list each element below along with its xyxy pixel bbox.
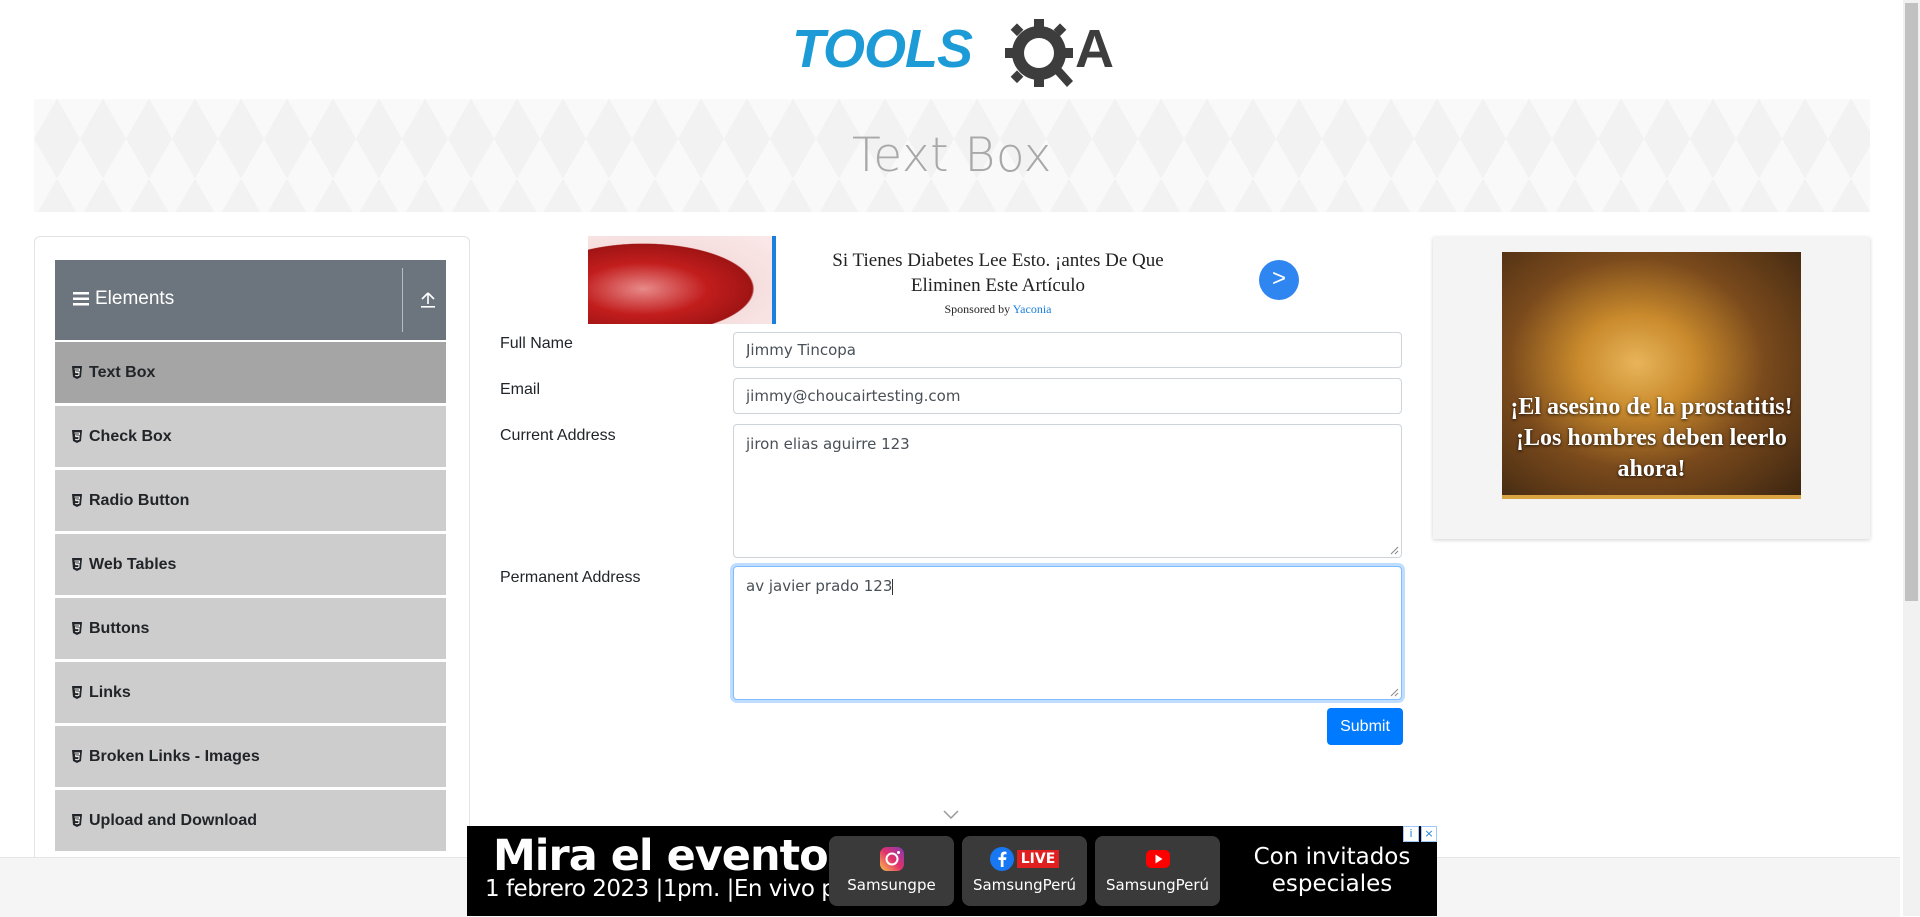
permanent-address-value: av javier prado 123: [746, 577, 893, 595]
page-title: Text Box: [852, 128, 1052, 183]
ad-sponsor-prefix: Sponsored by: [944, 302, 1011, 316]
current-address-textarea[interactable]: jiron elias aguirre 123: [733, 424, 1402, 558]
ad-right-underline: [1502, 495, 1801, 499]
youtube-icon: [1145, 850, 1170, 868]
ad-sponsor: Sponsored by Yaconia: [798, 302, 1198, 317]
sidebar-item-check-box[interactable]: Check Box: [55, 406, 446, 470]
ad-accent-bar: [772, 236, 776, 324]
facebook-live-tile[interactable]: LIVE SamsungPerú: [962, 836, 1087, 906]
ad-close-icon[interactable]: ×: [1421, 826, 1437, 842]
ad-bottom-title[interactable]: Mira el evento: [493, 831, 829, 881]
ad-bottom-extra[interactable]: Con invitados especiales: [1247, 844, 1417, 898]
page-banner: Text Box: [34, 99, 1870, 212]
logo-brand-right: A: [1075, 19, 1114, 79]
resize-handle-icon[interactable]: [1390, 688, 1399, 697]
text-cursor: [892, 578, 894, 595]
html5-icon: [72, 366, 82, 379]
sidebar-item-radio-button[interactable]: Radio Button: [55, 470, 446, 534]
right-advertisement[interactable]: ¡El asesino de la prostatitis! ¡Los homb…: [1433, 237, 1870, 539]
current-address-label: Current Address: [500, 427, 616, 444]
html5-icon: [72, 558, 82, 571]
ad-go-button[interactable]: >: [1259, 260, 1299, 300]
page-scrollbar[interactable]: [1903, 0, 1920, 916]
html5-icon: [72, 686, 82, 699]
html5-icon: [72, 814, 82, 827]
scrollbar-thumb[interactable]: [1905, 3, 1918, 601]
youtube-handle: SamsungPerú: [1105, 876, 1210, 894]
bottom-advertisement[interactable]: Mira el evento 1 febrero 2023 |1pm. |En …: [467, 826, 1437, 916]
sidebar-item-label: Upload and Download: [89, 811, 257, 829]
ad-bottom-time: 1pm.: [662, 876, 720, 902]
full-name-label: Full Name: [500, 335, 573, 352]
ad-bottom-subtitle: 1 febrero 2023 |1pm. |En vivo por:: [485, 876, 865, 902]
header-divider: [402, 268, 403, 332]
ad-bottom-date: 1 febrero 2023: [485, 876, 649, 902]
sidebar-item-label: Buttons: [89, 619, 150, 637]
sidebar-item-links[interactable]: Links: [55, 662, 446, 726]
sidebar-item-label: Check Box: [89, 427, 172, 445]
elements-menu: Text Box Check Box Radio Button Web Tabl…: [55, 342, 446, 854]
facebook-icon: [989, 847, 1014, 871]
ad-headline[interactable]: Si Tienes Diabetes Lee Esto. ¡antes De Q…: [798, 248, 1198, 298]
adchoices[interactable]: i ×: [1403, 826, 1437, 842]
live-badge: LIVE: [1016, 850, 1060, 868]
sidebar-item-label: Web Tables: [89, 555, 177, 573]
html5-icon: [72, 622, 82, 635]
sidebar-item-label: Links: [89, 683, 131, 701]
full-name-input[interactable]: [733, 332, 1402, 368]
sidebar-item-label: Broken Links - Images: [89, 747, 260, 765]
submit-button[interactable]: Submit: [1327, 708, 1403, 745]
chevron-down-icon[interactable]: [943, 810, 959, 820]
facebook-live-icon: LIVE: [962, 846, 1087, 872]
sidebar-item-broken-links[interactable]: Broken Links - Images: [55, 726, 446, 790]
top-advertisement[interactable]: Si Tienes Diabetes Lee Esto. ¡antes De Q…: [588, 236, 1408, 324]
sidebar-item-text-box[interactable]: Text Box: [55, 342, 446, 406]
resize-handle-icon[interactable]: [1390, 546, 1399, 555]
current-address-value: jiron elias aguirre 123: [746, 435, 910, 453]
adchoices-info-icon[interactable]: i: [1403, 826, 1419, 842]
ad-walnut-image[interactable]: ¡El asesino de la prostatitis! ¡Los homb…: [1502, 252, 1801, 499]
instagram-tile[interactable]: Samsungpe: [829, 836, 954, 906]
ad-sponsor-brand[interactable]: Yaconia: [1013, 302, 1052, 316]
permanent-address-label: Permanent Address: [500, 569, 641, 586]
html5-icon: [72, 750, 82, 763]
sidebar-item-label: Radio Button: [89, 491, 190, 509]
sidebar-item-buttons[interactable]: Buttons: [55, 598, 446, 662]
ad-blood-cells-image[interactable]: [588, 236, 772, 324]
permanent-address-textarea[interactable]: av javier prado 123: [733, 566, 1402, 700]
elements-group-header[interactable]: Elements: [55, 260, 446, 340]
instagram-handle: Samsungpe: [847, 876, 936, 894]
gear-q-logo-icon: [1005, 19, 1073, 87]
html5-icon: [72, 494, 82, 507]
logo-brand-left: TOOLS: [792, 19, 973, 79]
youtube-tile[interactable]: SamsungPerú: [1095, 836, 1220, 906]
hamburger-icon: [73, 292, 89, 306]
html5-icon: [72, 430, 82, 443]
facebook-handle: SamsungPerú: [972, 876, 1077, 894]
ad-right-caption[interactable]: ¡El asesino de la prostatitis! ¡Los homb…: [1502, 392, 1801, 485]
sidebar-item-upload-download[interactable]: Upload and Download: [55, 790, 446, 854]
collapse-up-icon[interactable]: [417, 288, 439, 310]
instagram-icon: [879, 847, 904, 871]
toolsqa-logo[interactable]: TOOLS A: [792, 15, 1114, 91]
sidebar-item-label: Text Box: [89, 363, 156, 381]
email-input[interactable]: [733, 378, 1402, 414]
sidebar-item-web-tables[interactable]: Web Tables: [55, 534, 446, 598]
elements-group-title: Elements: [73, 288, 174, 310]
email-label: Email: [500, 381, 541, 398]
elements-group-label: Elements: [95, 288, 175, 309]
